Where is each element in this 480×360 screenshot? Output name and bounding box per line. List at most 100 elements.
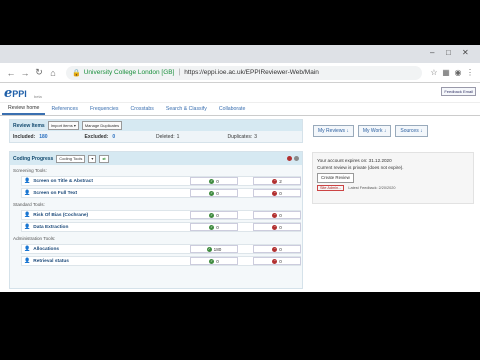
completed-value: 0 xyxy=(216,190,219,196)
minus-icon: − xyxy=(272,258,278,264)
tab-review-home[interactable]: Review home xyxy=(2,105,46,115)
tab-frequencies[interactable]: Frequencies xyxy=(84,106,125,115)
address-separator: | xyxy=(178,69,181,76)
completed-count[interactable]: ✓ 0 xyxy=(190,223,238,231)
included-label: Included: xyxy=(13,134,36,140)
account-expiry-text: Your account expires on: 31.12.2020 xyxy=(317,158,392,163)
star-icon[interactable]: ☆ xyxy=(428,68,440,77)
tool-name-link[interactable]: Screen on Title & Abstract xyxy=(33,179,93,184)
completed-count[interactable]: ✓ 0 xyxy=(190,177,238,185)
home-icon[interactable]: ⌂ xyxy=(46,66,60,80)
coding-progress-title: Coding Progress xyxy=(13,155,54,162)
dropdown-arrow-icon[interactable]: ▾ xyxy=(88,154,97,163)
review-private-text: Current review is private (does not expi… xyxy=(317,165,404,170)
import-items-dropdown[interactable]: Import items ▾ xyxy=(47,121,79,130)
menu-icon[interactable]: ⋮ xyxy=(464,68,476,77)
tool-row: 👤 Data Extraction ✓ 0 −0 xyxy=(10,221,302,233)
site-identity: University College London [GB] xyxy=(83,69,175,76)
coding-progress-panel: Coding Progress Coding Tools ▾ ⇄ Screeni… xyxy=(9,151,303,289)
minimize-button[interactable]: – xyxy=(430,48,434,57)
duplicates-count-link[interactable]: 3 xyxy=(254,134,257,140)
excluded-count-link[interactable]: 0 xyxy=(112,134,115,140)
back-icon[interactable]: ← xyxy=(4,66,18,80)
tool-name-link[interactable]: Retrieval status xyxy=(33,259,69,264)
incomplete-count[interactable]: −0 xyxy=(253,245,301,253)
reload-icon[interactable]: ↻ xyxy=(32,66,46,80)
completed-count[interactable]: ✓ 0 xyxy=(190,211,238,219)
tab-collaborate[interactable]: Collaborate xyxy=(213,106,252,115)
review-items-title: Review Items xyxy=(13,122,45,129)
close-panel-icon[interactable] xyxy=(287,156,292,161)
manage-duplicates-button[interactable]: Manage Duplicates xyxy=(81,121,123,130)
included-count-link[interactable]: 180 xyxy=(39,134,47,140)
people-icon: 👤 xyxy=(24,258,31,264)
close-window-button[interactable]: ✕ xyxy=(462,48,469,57)
people-icon: 👤 xyxy=(24,190,31,196)
maximize-button[interactable]: □ xyxy=(446,48,451,57)
my-reviews-button[interactable]: My Reviews ↓ xyxy=(313,125,354,137)
deleted-label: Deleted: xyxy=(156,134,175,140)
people-icon: 👤 xyxy=(24,246,31,252)
completed-count[interactable]: ✓ 180 xyxy=(190,245,238,253)
minus-icon: − xyxy=(272,224,278,230)
tool-name-link[interactable]: Allocations xyxy=(33,247,59,252)
refresh-icon[interactable]: ⇄ xyxy=(99,154,109,163)
logo-text: PPI xyxy=(12,89,27,99)
review-items-panel: Review Items Import items ▾ Manage Dupli… xyxy=(9,119,303,143)
incomplete-value: 0 xyxy=(279,212,282,218)
tool-row: 👤 Retrieval status ✓ 0 −0 xyxy=(10,255,302,267)
completed-value: 0 xyxy=(216,212,219,218)
sources-label: Sources xyxy=(400,128,419,134)
tool-row: 👤 Risk Of Bias (Cochrane) ✓ 0 −0 xyxy=(10,209,302,221)
feedback-email-button[interactable]: Feedback Email xyxy=(441,87,476,96)
eppi-logo[interactable]: ePPI beta xyxy=(4,84,42,102)
deleted-count-link[interactable]: 1 xyxy=(177,134,180,140)
tab-search-classify[interactable]: Search & Classify xyxy=(160,106,213,115)
minus-icon: − xyxy=(272,246,278,252)
my-work-label: My Work xyxy=(362,128,383,134)
incomplete-count[interactable]: −2 xyxy=(253,177,301,185)
profile-icon[interactable]: ◉ xyxy=(452,68,464,77)
item-counts: Included: 180 Excluded: 0 Deleted: 1 Duplic… xyxy=(10,131,302,143)
sources-button[interactable]: Sources ↓ xyxy=(395,125,428,137)
tab-references[interactable]: References xyxy=(45,106,84,115)
people-icon: 👤 xyxy=(24,224,31,230)
incomplete-count[interactable]: −0 xyxy=(253,257,301,265)
address-bar[interactable]: 🔒 University College London [GB] | https… xyxy=(66,65,422,80)
tool-row: 👤 Screen on Title & Abstract ✓ 0 −2 xyxy=(10,175,302,187)
minus-icon: − xyxy=(272,190,278,196)
tab-crosstabs[interactable]: Crosstabs xyxy=(125,106,160,115)
duplicates-label: Duplicates: xyxy=(227,134,253,140)
completed-count[interactable]: ✓ 0 xyxy=(190,257,238,265)
extension-icon[interactable]: ▦ xyxy=(440,68,452,77)
url-text: https://eppi.ioe.ac.uk/EPPIReviewer-Web/… xyxy=(184,69,319,76)
tool-name-link[interactable]: Data Extraction xyxy=(33,225,68,230)
tool-name-link[interactable]: Risk Of Bias (Cochrane) xyxy=(33,213,88,218)
completed-count[interactable]: ✓ 0 xyxy=(190,189,238,197)
coding-tools-label: Coding Tools xyxy=(59,155,83,161)
completed-value: 0 xyxy=(216,178,219,184)
create-review-button[interactable]: Create Review xyxy=(317,173,354,183)
check-icon: ✓ xyxy=(209,258,215,264)
review-nav-buttons: My Reviews ↓ My Work ↓ Sources ↓ xyxy=(313,125,428,137)
site-admin-button[interactable]: Site Admin... xyxy=(317,185,345,191)
incomplete-count[interactable]: −0 xyxy=(253,223,301,231)
people-icon: 👤 xyxy=(24,212,31,218)
check-icon: ✓ xyxy=(209,178,215,184)
import-items-label: Import items xyxy=(50,123,73,128)
excluded-label: Excluded: xyxy=(84,134,109,140)
my-reviews-label: My Reviews xyxy=(318,128,345,134)
coding-tools-dropdown[interactable]: Coding Tools xyxy=(56,154,86,163)
section-label: Administration Tools: xyxy=(13,236,56,241)
settings-icon[interactable] xyxy=(294,156,299,161)
people-icon: 👤 xyxy=(24,178,31,184)
tab-strip: – □ ✕ xyxy=(0,45,480,63)
my-work-button[interactable]: My Work ↓ xyxy=(357,125,392,137)
incomplete-value: 0 xyxy=(279,246,282,252)
incomplete-count[interactable]: −0 xyxy=(253,189,301,197)
tool-name-link[interactable]: Screen on Full Text xyxy=(33,191,77,196)
forward-icon[interactable]: → xyxy=(18,66,32,80)
browser-window: – □ ✕ ← → ↻ ⌂ 🔒 University College Londo… xyxy=(0,45,480,292)
incomplete-count[interactable]: −0 xyxy=(253,211,301,219)
section-label: Standard Tools: xyxy=(13,202,45,207)
